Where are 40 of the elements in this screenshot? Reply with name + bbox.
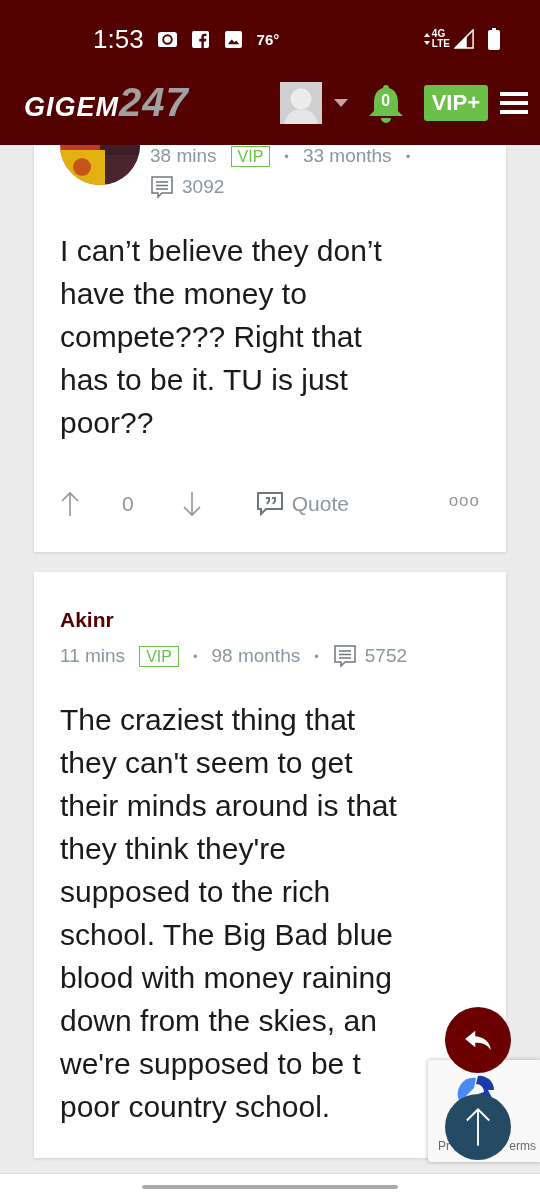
data-arrows-icon [423,32,430,46]
facebook-icon [190,30,210,48]
more-options[interactable]: ooo [448,491,480,511]
post-text: The craziest thing that they can't seem to get their minds around is that they think they're supposed to the rich school. The Big Bad blue blood with money raining down from the skies, an we're supposed to be t poor country school. [60,702,397,1125]
battery-icon [488,28,500,50]
menu-icon[interactable] [500,90,528,115]
post-text: I can’t believe they don’t have the money to compete??? Right that has to be it. TU is just poor?? [60,233,382,441]
separator-dot: • [284,148,289,164]
vote-count: 0 [122,492,134,516]
image-icon [223,30,243,48]
signal-icon [454,29,474,49]
quote-icon [255,491,284,517]
quote-button[interactable]: Quote [255,491,349,517]
post-time: 11 mins [60,645,126,667]
site-logo[interactable]: GIGEM247 [24,80,189,125]
vip-badge: VIP [230,145,271,167]
member-tenure: 98 months [211,645,301,667]
separator-dot: • [405,148,411,164]
vip-badge: VIP [139,645,179,667]
author-name[interactable]: Akinr [60,608,480,632]
caret-icon[interactable] [333,98,348,107]
privacy-link[interactable]: Pr [438,1139,450,1153]
member-tenure: 33 months [302,145,392,167]
camera-icon [157,30,177,48]
downvote-icon[interactable] [181,490,202,518]
reply-arrow-icon [464,1029,492,1051]
user-avatar-icon[interactable] [279,81,322,124]
up-arrow-icon [464,1106,492,1148]
clock-time: 1:53 [93,23,144,55]
separator-dot: • [192,648,198,664]
separator-dot: • [314,648,319,664]
weather-temperature: 76° [256,30,280,48]
comment-icon [150,175,174,199]
terms-link[interactable]: erms [509,1139,536,1153]
network-type: 4G LTE [431,29,450,49]
comment-icon [332,644,357,668]
post-count: 3092 [182,176,225,198]
post-time: 38 mins [150,145,217,167]
post-count: 5752 [364,645,408,667]
upvote-icon[interactable] [60,490,80,518]
